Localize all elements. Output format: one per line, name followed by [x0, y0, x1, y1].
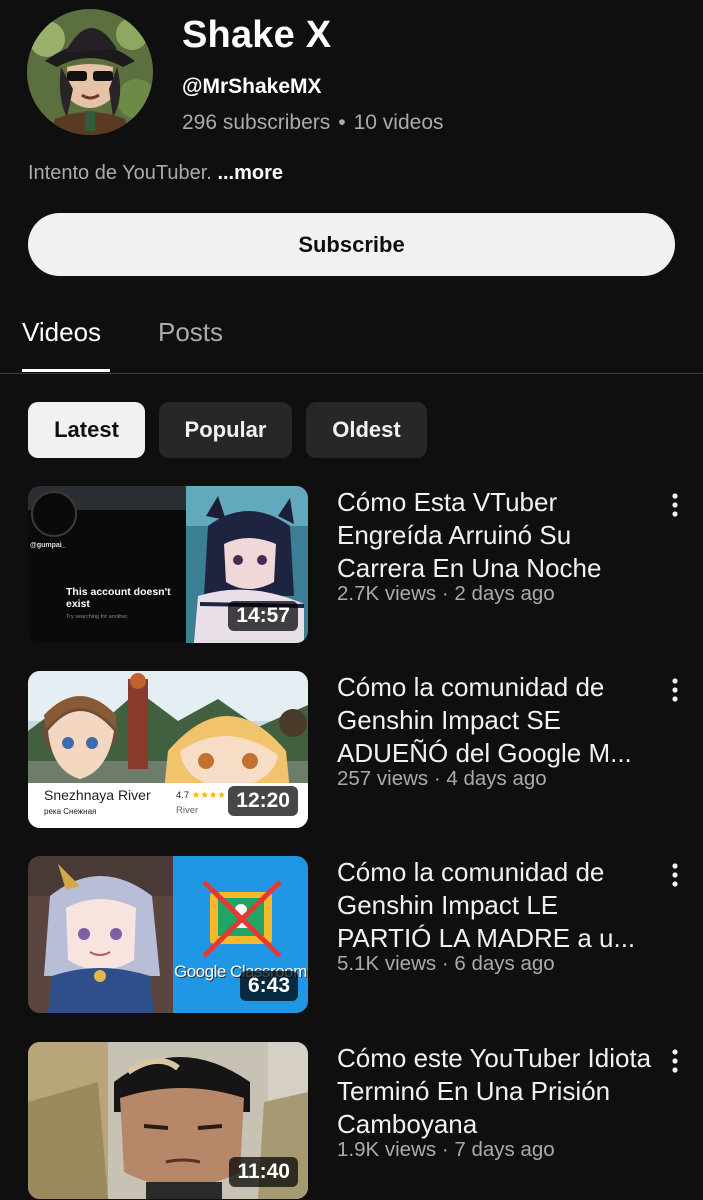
tab-posts[interactable]: Posts — [158, 317, 223, 348]
video-thumbnail[interactable]: Snezhnaya River река Снежная 4.7 ★★★★ Ri… — [28, 671, 308, 828]
video-thumbnail[interactable]: Google Classroom 6:43 — [28, 856, 308, 1013]
video-item[interactable]: @gumpai_ This account doesn't exist Try … — [0, 486, 703, 646]
video-duration: 6:43 — [239, 971, 298, 1001]
video-title[interactable]: Cómo la comunidad de Genshin Impact LE P… — [337, 856, 655, 955]
channel-avatar[interactable] — [27, 9, 153, 135]
chip-latest[interactable]: Latest — [28, 402, 145, 458]
more-options-icon[interactable] — [663, 1046, 687, 1076]
video-title[interactable]: Cómo este YouTuber Idiota Terminó En Una… — [337, 1042, 655, 1141]
video-duration: 11:40 — [229, 1157, 298, 1187]
video-meta: 257 views · 4 days ago — [337, 767, 547, 790]
map-place-type: River — [176, 805, 199, 816]
map-place-name: Snezhnaya River — [44, 787, 151, 803]
more-options-icon[interactable] — [663, 490, 687, 520]
channel-stats: 296 subscribers • 10 videos — [182, 111, 444, 135]
active-tab-indicator — [22, 369, 110, 372]
thumb-subtext: Try searching for another. — [66, 614, 129, 620]
channel-handle: @MrShakeMX — [182, 75, 322, 98]
video-item[interactable]: Snezhnaya River река Снежная 4.7 ★★★★ Ri… — [0, 671, 703, 831]
video-thumbnail[interactable]: @gumpai_ This account doesn't exist Try … — [28, 486, 308, 643]
video-duration: 12:20 — [228, 786, 298, 816]
video-item[interactable]: Google Classroom 6:43 Cómo la comunidad … — [0, 856, 703, 1016]
video-meta: 2.7K views · 2 days ago — [337, 582, 555, 605]
chip-popular[interactable]: Popular — [159, 402, 292, 458]
channel-name: Shake X — [182, 14, 332, 56]
video-duration: 14:57 — [228, 601, 298, 631]
more-options-icon[interactable] — [663, 675, 687, 705]
video-meta: 5.1K views · 6 days ago — [337, 952, 555, 975]
chip-oldest[interactable]: Oldest — [306, 402, 427, 458]
video-title[interactable]: Cómo la comunidad de Genshin Impact SE A… — [337, 671, 655, 770]
video-title[interactable]: Cómo Esta VTuber Engreída Arruinó Su Car… — [337, 486, 655, 585]
video-meta: 1.9K views · 7 days ago — [337, 1138, 555, 1161]
thumb-handle: @gumpai_ — [30, 542, 66, 549]
video-thumbnail[interactable]: 11:40 — [28, 1042, 308, 1199]
video-count: 10 videos — [353, 111, 444, 134]
subscriber-count: 296 subscribers — [182, 111, 331, 134]
more-link[interactable]: ...more — [217, 162, 283, 184]
channel-tabs: Videos Posts — [0, 305, 703, 374]
video-item[interactable]: 11:40 Cómo este YouTuber Idiota Terminó … — [0, 1042, 703, 1200]
subscribe-button[interactable]: Subscribe — [28, 213, 675, 276]
more-options-icon[interactable] — [663, 860, 687, 890]
thumb-headline: This account doesn't exist — [66, 586, 171, 610]
stats-separator: • — [338, 111, 346, 134]
channel-header: Shake X @MrShakeMX 296 subscribers • 10 vi… — [0, 0, 703, 200]
map-rating: 4.7 ★★★★ — [176, 790, 226, 801]
tab-videos[interactable]: Videos — [22, 317, 101, 348]
description-text: Intento de YouTuber. — [28, 162, 212, 184]
map-place-native: река Снежная — [44, 807, 97, 816]
channel-description[interactable]: Intento de YouTuber. ...more — [28, 162, 283, 185]
